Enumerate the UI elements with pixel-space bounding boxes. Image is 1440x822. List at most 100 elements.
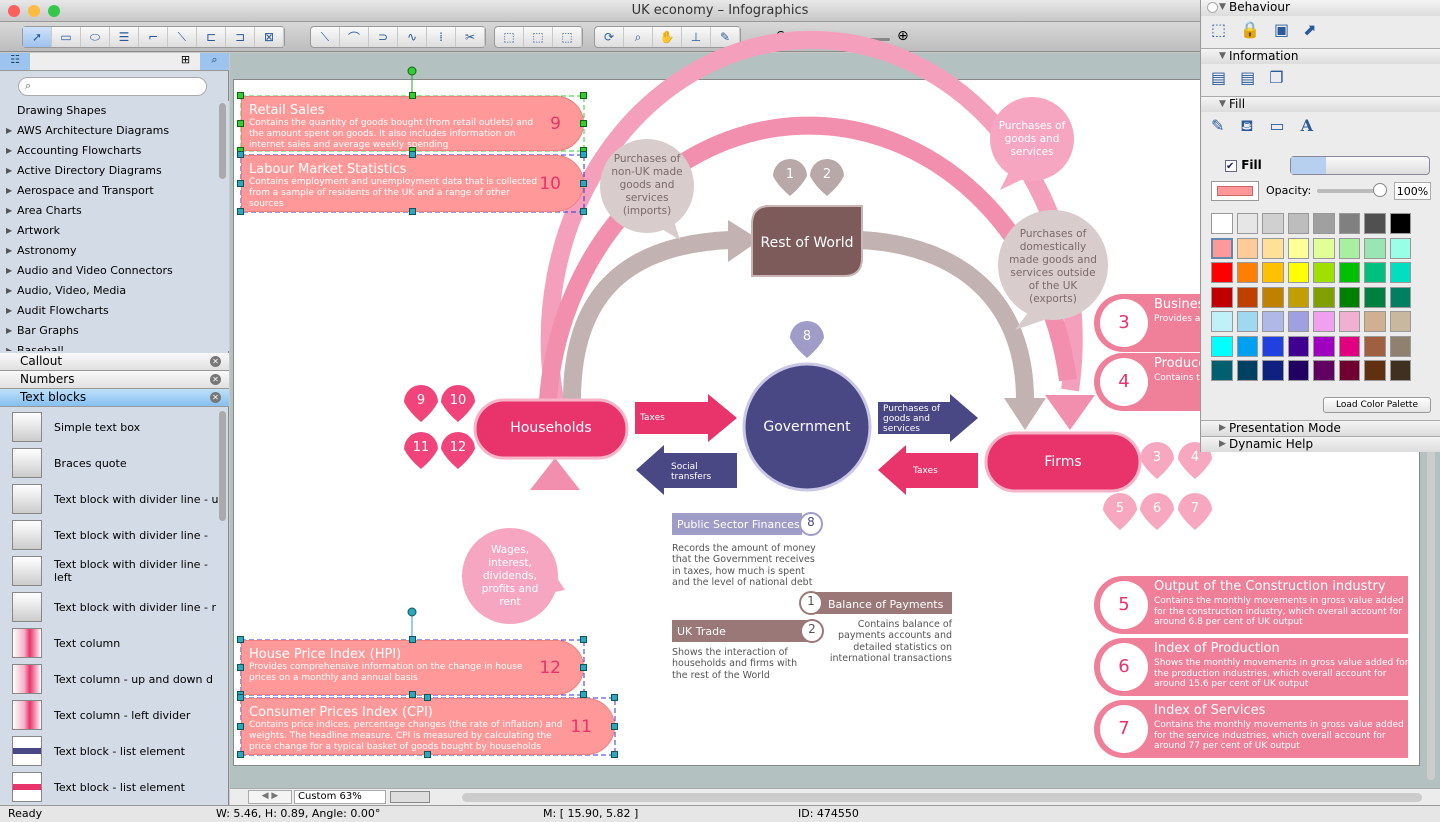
selection-handle[interactable]: [408, 636, 416, 643]
behaviour-header[interactable]: ▼ Behaviour: [1201, 0, 1440, 16]
info-block[interactable]: Labour Market Statistics Contains employm…: [241, 155, 584, 212]
page-nav-arrows[interactable]: ◀ ▶: [248, 790, 292, 804]
selection-handle[interactable]: [424, 751, 431, 758]
government-label[interactable]: Government: [744, 419, 870, 435]
selection-handle[interactable]: [237, 636, 244, 643]
palette-swatch[interactable]: [1338, 360, 1360, 381]
zoom-select[interactable]: Custom 63%: [294, 790, 386, 804]
selection-handle[interactable]: [580, 179, 587, 187]
palette-swatch[interactable]: [1338, 262, 1360, 283]
palette-swatch[interactable]: [1262, 262, 1284, 283]
palette-swatch[interactable]: [1262, 286, 1284, 308]
info-block[interactable]: 7 Index of Services Contains the monthly m…: [1094, 700, 1408, 758]
selection-handle[interactable]: [580, 92, 587, 99]
palette-swatch[interactable]: [1236, 262, 1258, 283]
selection-handle[interactable]: [580, 119, 587, 127]
palette-swatch[interactable]: [1364, 237, 1386, 259]
palette-swatch[interactable]: [1287, 262, 1309, 283]
palette-swatch[interactable]: [1364, 286, 1386, 308]
palette-swatch[interactable]: [1389, 335, 1411, 357]
palette-swatch[interactable]: [1389, 286, 1411, 308]
behaviour-icons[interactable]: ⬚🔒▣⬈: [1211, 20, 1331, 39]
fill-color-well[interactable]: [1211, 181, 1259, 201]
selection-handle[interactable]: [237, 722, 244, 730]
selection-handle[interactable]: [580, 663, 587, 671]
palette-swatch[interactable]: [1287, 286, 1309, 308]
palette-swatch[interactable]: [1389, 360, 1411, 381]
palette-swatch[interactable]: [1211, 213, 1233, 234]
palette-swatch[interactable]: [1338, 286, 1360, 308]
info-block[interactable]: House Price Index (HPI) Provides comprehe…: [241, 640, 584, 695]
selection-handle[interactable]: [237, 694, 244, 701]
selection-handle[interactable]: [580, 208, 587, 215]
selection-handle[interactable]: [237, 92, 244, 99]
palette-swatch[interactable]: [1389, 262, 1411, 283]
palette-swatch[interactable]: [1211, 237, 1233, 259]
households-label[interactable]: Households: [475, 420, 627, 436]
selection-handle[interactable]: [580, 151, 587, 158]
palette-swatch[interactable]: [1211, 311, 1233, 332]
palette-swatch[interactable]: [1338, 213, 1360, 234]
palette-swatch[interactable]: [1338, 311, 1360, 332]
palette-swatch[interactable]: [1287, 213, 1309, 234]
palette-swatch[interactable]: [1211, 335, 1233, 357]
palette-swatch[interactable]: [1211, 360, 1233, 381]
palette-swatch[interactable]: [1236, 360, 1258, 381]
palette-swatch[interactable]: [1364, 262, 1386, 283]
rest-of-world-label[interactable]: Rest of World: [752, 235, 862, 251]
selection-handle[interactable]: [237, 208, 244, 215]
palette-swatch[interactable]: [1364, 213, 1386, 234]
selection-handle[interactable]: [237, 751, 244, 758]
selection-handle[interactable]: [237, 663, 244, 671]
selection-handle[interactable]: [237, 119, 244, 127]
palette-swatch[interactable]: [1287, 311, 1309, 332]
palette-swatch[interactable]: [1389, 311, 1411, 332]
selection-handle[interactable]: [408, 691, 416, 698]
selection-handle[interactable]: [580, 636, 587, 643]
palette-swatch[interactable]: [1313, 311, 1335, 332]
palette-swatch[interactable]: [1313, 237, 1335, 259]
page-view-buttons[interactable]: [390, 791, 430, 803]
selection-handle[interactable]: [580, 691, 587, 698]
info-block[interactable]: 4 Produce Contains t... prices), an... (in…: [1094, 353, 1204, 411]
palette-swatch[interactable]: [1211, 286, 1233, 308]
selection-handle[interactable]: [237, 179, 244, 187]
selection-handle[interactable]: [424, 694, 431, 701]
palette-swatch[interactable]: [1262, 237, 1284, 259]
information-header[interactable]: ▼ Information: [1201, 48, 1440, 64]
firms-label[interactable]: Firms: [986, 454, 1140, 470]
fill-checkbox[interactable]: ✔ Fill: [1225, 158, 1262, 172]
palette-swatch[interactable]: [1338, 237, 1360, 259]
selection-handle[interactable]: [408, 151, 416, 158]
dynamic-help-header[interactable]: ▶ Dynamic Help: [1201, 436, 1440, 452]
fill-header[interactable]: ▼ Fill: [1201, 96, 1440, 112]
palette-swatch[interactable]: [1262, 360, 1284, 381]
info-block[interactable]: 6 Index of Production Shows the monthly mo…: [1094, 638, 1408, 696]
fill-tabs[interactable]: ✎⛾▭A: [1211, 116, 1329, 137]
palette-swatch[interactable]: [1389, 213, 1411, 234]
palette-swatch[interactable]: [1236, 237, 1258, 259]
load-color-palette-button[interactable]: Load Color Palette: [1323, 397, 1431, 413]
palette-swatch[interactable]: [1313, 286, 1335, 308]
palette-swatch[interactable]: [1313, 213, 1335, 234]
palette-swatch[interactable]: [1236, 311, 1258, 332]
opacity-input[interactable]: 100%: [1394, 182, 1431, 200]
palette-swatch[interactable]: [1287, 237, 1309, 259]
palette-swatch[interactable]: [1364, 311, 1386, 332]
palette-swatch[interactable]: [1389, 237, 1411, 259]
fill-type-segmented[interactable]: [1290, 156, 1430, 175]
selection-handle[interactable]: [408, 92, 416, 99]
opacity-slider-thumb[interactable]: [1373, 183, 1387, 197]
selection-handle[interactable]: [237, 151, 244, 158]
information-icons[interactable]: ▤▤❐: [1211, 68, 1298, 87]
palette-swatch[interactable]: [1287, 335, 1309, 357]
selection-handle[interactable]: [611, 694, 618, 701]
palette-swatch[interactable]: [1262, 311, 1284, 332]
selection-handle[interactable]: [408, 208, 416, 215]
palette-swatch[interactable]: [1364, 360, 1386, 381]
presentation-mode-header[interactable]: ▶ Presentation Mode: [1201, 420, 1440, 436]
opacity-slider[interactable]: [1317, 189, 1381, 193]
palette-swatch[interactable]: [1313, 262, 1335, 283]
palette-swatch[interactable]: [1287, 360, 1309, 381]
palette-swatch[interactable]: [1364, 335, 1386, 357]
